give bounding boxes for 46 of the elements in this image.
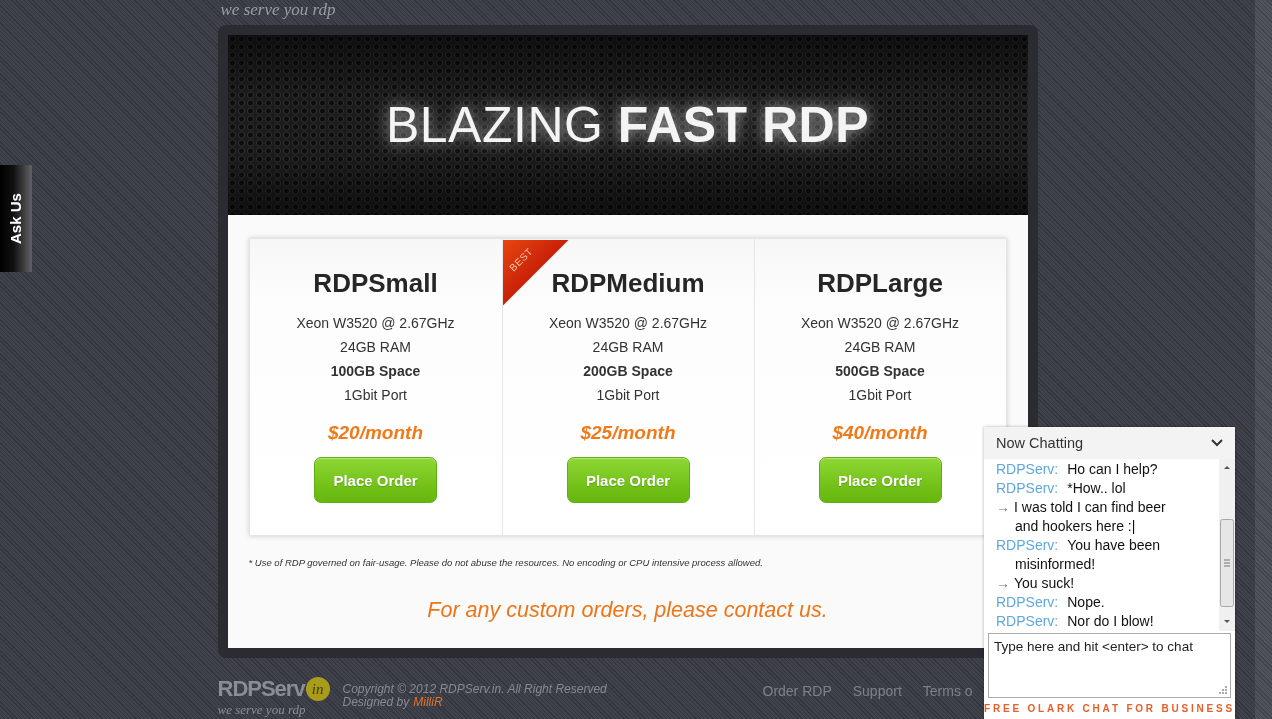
scrollbar[interactable] bbox=[1219, 459, 1235, 631]
designer-link[interactable]: MilliR bbox=[413, 696, 443, 709]
credit-text: Designed by bbox=[342, 696, 410, 709]
plan-title: RDPLarge bbox=[817, 267, 943, 299]
logo-wordmark: RDPServ bbox=[217, 677, 305, 701]
spec-text: 24GB RAM bbox=[844, 338, 916, 357]
tagline-text: we serve you rdp bbox=[220, 0, 336, 19]
spec-text: 1Gbit Port bbox=[344, 386, 407, 405]
copyright-text: Copyright © 2012 RDPServ.in. All Right Reserved bbox=[342, 683, 607, 696]
price-text: $25/month bbox=[580, 421, 676, 445]
nav-link[interactable]: Order RDP bbox=[762, 682, 832, 700]
order-button[interactable]: Place Order bbox=[314, 457, 437, 503]
footnote-text: * Use of RDP governed on fair-usage. Please do not abuse the resources. No encoding or CPU intensive process allowed. bbox=[248, 557, 764, 569]
chat-message: RDPServ: You have been misinformed! bbox=[996, 536, 1162, 574]
price-text: $40/month bbox=[832, 421, 928, 445]
chat-message: → You suck! bbox=[996, 574, 1076, 593]
chat-message: RDPServ: Nor do I blow! bbox=[996, 612, 1155, 631]
spec-text: 100GB Space bbox=[330, 362, 421, 381]
spec-text: Xeon W3520 @ 2.67GHz bbox=[296, 314, 455, 333]
spec-text: 1Gbit Port bbox=[848, 386, 912, 405]
spec-text: 24GB RAM bbox=[340, 338, 411, 357]
chat-message: RDPServ: *How.. lol bbox=[996, 479, 1127, 498]
chat-message: RDPServ: Ho can I help? bbox=[996, 460, 1159, 479]
chat-input[interactable]: Type here and hit <enter> to chat bbox=[988, 633, 1231, 698]
price-text: $20/month bbox=[328, 421, 423, 445]
logo-tagline: we serve you rdp bbox=[217, 702, 307, 717]
chat-message: RDPServ: Nope. bbox=[996, 593, 1106, 612]
promo-link[interactable]: FREE OLARK CHAT FOR BUSINESS bbox=[984, 698, 1235, 719]
spec-text: 24GB RAM bbox=[592, 338, 664, 357]
spec-text: 1Gbit Port bbox=[596, 386, 660, 405]
spec-text: 200GB Space bbox=[583, 362, 673, 381]
chat-title: Now Chatting bbox=[996, 435, 1084, 451]
logo-badge: in bbox=[305, 677, 330, 701]
spec-text: Xeon W3520 @ 2.67GHz bbox=[548, 314, 708, 333]
chevron-down-icon[interactable] bbox=[1211, 439, 1223, 447]
nav-link[interactable]: Terms o bbox=[922, 682, 973, 700]
spec-text: 500GB Space bbox=[835, 362, 925, 381]
banner-title: BLAZING FAST RDP bbox=[385, 97, 870, 153]
plan-title: RDPSmall bbox=[313, 267, 438, 299]
order-button[interactable]: Place Order bbox=[566, 457, 690, 503]
nav-link[interactable]: Support bbox=[852, 682, 902, 700]
chat-message: → I was told I can find beer and hookers here :| bbox=[996, 498, 1167, 536]
resize-grip-icon[interactable] bbox=[1218, 685, 1227, 694]
order-button[interactable]: Place Order bbox=[818, 457, 942, 503]
spec-text: Xeon W3520 @ 2.67GHz bbox=[800, 314, 960, 333]
ask-us-tab[interactable]: Ask Us bbox=[0, 165, 32, 272]
